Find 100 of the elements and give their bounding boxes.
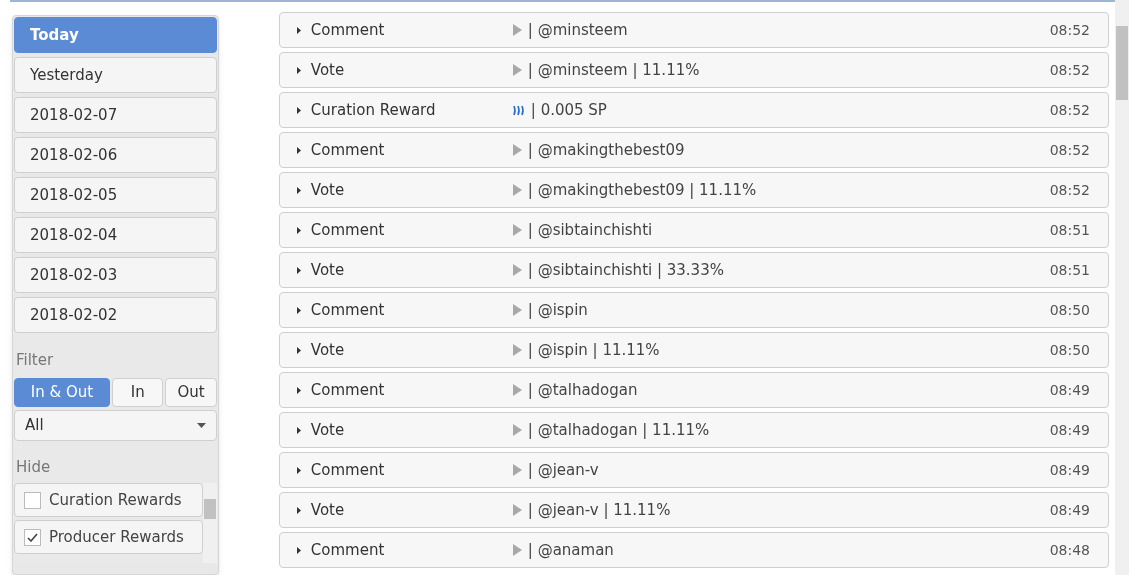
expand-triangle-icon <box>296 26 301 34</box>
checkbox[interactable] <box>24 491 41 509</box>
operation-row[interactable]: Curation Reward | 0.005 SP 08:52 <box>278 92 1109 128</box>
operation-detail: | @sibtainchishti | 33.33% <box>527 259 725 281</box>
operation-time: 08:50 <box>1049 300 1090 320</box>
operation-time: 08:52 <box>1049 60 1090 80</box>
play-icon <box>512 224 522 236</box>
expand-triangle-icon <box>296 466 301 474</box>
operation-row[interactable]: Vote | @makingthebest09 | 11.11% 08:52 <box>278 172 1109 208</box>
expand-triangle-icon <box>296 146 301 154</box>
caret-icon <box>196 422 206 428</box>
operation-detail: | @ispin | 11.11% <box>527 339 661 361</box>
operation-row[interactable]: Comment | @anaman 08:48 <box>278 532 1109 568</box>
checkbox-label: Curation Rewards <box>49 489 182 511</box>
operation-detail: | @makingthebest09 <box>527 139 686 161</box>
steem-logo-icon <box>512 104 525 116</box>
operation-detail: | @anaman <box>527 539 615 561</box>
operation-row[interactable]: Comment | @ispin 08:50 <box>278 292 1109 328</box>
expand-triangle-icon <box>296 106 301 114</box>
operation-type: Comment <box>310 219 386 241</box>
operation-row[interactable]: Vote | @ispin | 11.11% 08:50 <box>278 332 1109 368</box>
operation-row[interactable]: Comment | @sibtainchishti 08:51 <box>278 212 1109 248</box>
operation-row[interactable]: Vote | @talhadogan | 11.11% 08:49 <box>278 412 1109 448</box>
operation-row[interactable]: Comment | @jean-v 08:49 <box>278 452 1109 488</box>
play-icon <box>512 64 522 76</box>
play-icon <box>512 424 522 436</box>
operation-time: 08:49 <box>1049 420 1090 440</box>
play-icon <box>512 344 522 356</box>
operation-detail: | @jean-v <box>527 459 600 481</box>
play-icon <box>512 504 522 516</box>
date-button[interactable]: Yesterday <box>14 57 217 93</box>
date-button[interactable]: 2018-02-04 <box>14 217 217 253</box>
direction-tab[interactable]: In <box>112 377 164 407</box>
operation-time: 08:52 <box>1049 20 1090 40</box>
operation-time: 08:49 <box>1049 500 1090 520</box>
date-button[interactable]: 2018-02-03 <box>14 257 217 293</box>
check-icon <box>27 532 38 542</box>
play-icon <box>512 544 522 556</box>
play-icon <box>512 384 522 396</box>
operation-time: 08:52 <box>1049 100 1090 120</box>
operation-detail: | @talhadogan <box>527 379 639 401</box>
operation-detail: | @jean-v | 11.11% <box>527 499 672 521</box>
expand-triangle-icon <box>296 386 301 394</box>
operation-type: Comment <box>310 379 386 401</box>
operation-time: 08:49 <box>1049 380 1090 400</box>
section-label: Hide <box>16 456 52 478</box>
operation-time: 08:52 <box>1049 140 1090 160</box>
operation-type: Vote <box>310 59 346 81</box>
operation-time: 08:52 <box>1049 180 1090 200</box>
operation-detail: | @talhadogan | 11.11% <box>527 419 711 441</box>
date-button[interactable]: 2018-02-05 <box>14 177 217 213</box>
operation-row[interactable]: Comment | @makingthebest09 08:52 <box>278 132 1109 168</box>
operation-type: Comment <box>310 299 386 321</box>
expand-triangle-icon <box>296 306 301 314</box>
section-label: Filter <box>16 350 55 371</box>
operation-type: Comment <box>310 539 386 561</box>
scrollbar[interactable] <box>1115 0 1129 575</box>
operation-type: Comment <box>310 139 386 161</box>
operation-type: Comment <box>310 19 386 41</box>
operation-type: Comment <box>310 459 386 481</box>
direction-tab[interactable]: Out <box>165 377 217 407</box>
play-icon <box>512 24 522 36</box>
play-icon <box>512 264 522 276</box>
operation-type: Vote <box>310 339 346 361</box>
operation-detail: | @makingthebest09 | 11.11% <box>527 179 758 201</box>
operation-type: Vote <box>310 259 346 281</box>
operation-detail: | @minsteem | 11.11% <box>527 59 701 81</box>
expand-triangle-icon <box>296 546 301 554</box>
date-button[interactable]: 2018-02-02 <box>14 297 217 333</box>
operation-time: 08:50 <box>1049 340 1090 360</box>
operation-detail: | @sibtainchishti <box>527 219 654 241</box>
operation-row[interactable]: Comment | @talhadogan 08:49 <box>278 372 1109 408</box>
operation-time: 08:48 <box>1049 540 1090 560</box>
date-button[interactable]: 2018-02-06 <box>14 137 217 173</box>
expand-triangle-icon <box>296 226 301 234</box>
operation-detail: | @minsteem <box>527 19 629 41</box>
expand-triangle-icon <box>296 506 301 514</box>
operation-type: Vote <box>310 499 346 521</box>
operation-time: 08:51 <box>1049 220 1090 240</box>
checkbox[interactable] <box>24 528 41 546</box>
operation-row[interactable]: Vote | @jean-v | 11.11% 08:49 <box>278 492 1109 528</box>
play-icon <box>512 144 522 156</box>
expand-triangle-icon <box>296 426 301 434</box>
scrollbar[interactable] <box>202 483 217 563</box>
operation-type: Vote <box>310 419 346 441</box>
operation-time: 08:49 <box>1049 460 1090 480</box>
expand-triangle-icon <box>296 266 301 274</box>
operation-type: Vote <box>310 179 346 201</box>
date-button[interactable]: 2018-02-07 <box>14 97 217 133</box>
operation-row[interactable]: Comment | @minsteem 08:52 <box>278 12 1109 48</box>
play-icon <box>512 464 522 476</box>
operation-time: 08:51 <box>1049 260 1090 280</box>
operation-row[interactable]: Vote | @sibtainchishti | 33.33% 08:51 <box>278 252 1109 288</box>
type-dropdown[interactable]: All <box>14 409 217 441</box>
checkbox-label: Producer Rewards <box>49 526 184 548</box>
operation-detail: | 0.005 SP <box>530 99 608 121</box>
operation-detail: | @ispin <box>527 299 589 321</box>
operation-row[interactable]: Vote | @minsteem | 11.11% 08:52 <box>278 52 1109 88</box>
expand-triangle-icon <box>296 186 301 194</box>
play-icon <box>512 184 522 196</box>
